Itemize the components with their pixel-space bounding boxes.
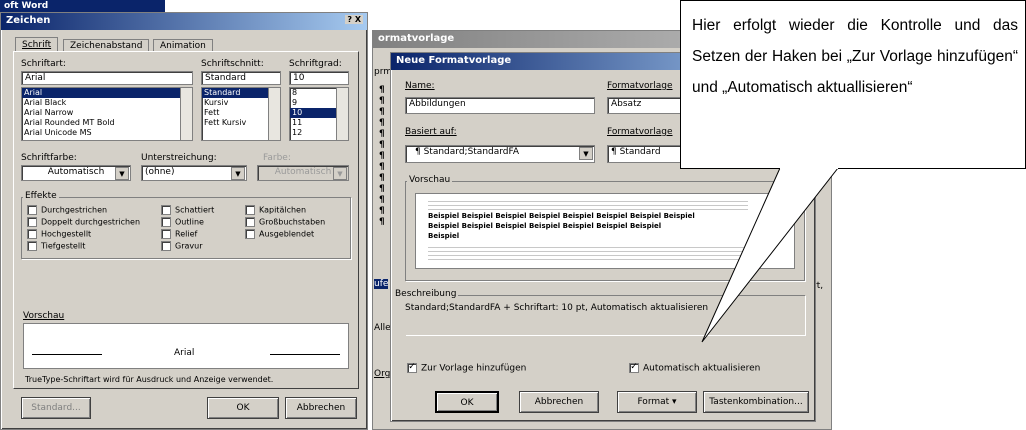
callout-text: Hier erfolgt wieder die Kontrolle und da…: [692, 17, 1018, 96]
callout-tail: [701, 167, 840, 343]
callout-bottom-border: [680, 168, 1026, 169]
